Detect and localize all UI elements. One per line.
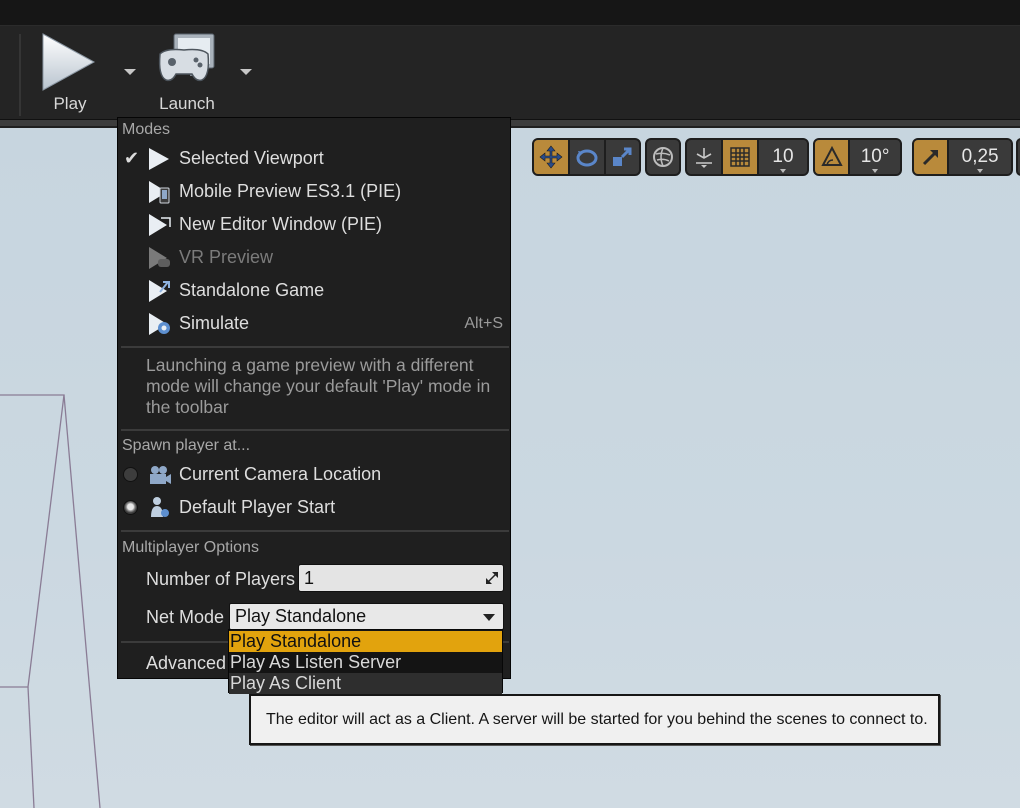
camera-icon xyxy=(150,466,171,484)
spawn-option-current-camera[interactable]: Current Camera Location xyxy=(118,458,510,491)
modes-header: Modes xyxy=(122,121,171,138)
scale-snap-toggle[interactable] xyxy=(914,140,948,174)
scale-icon xyxy=(613,147,632,166)
grid-icon xyxy=(730,147,750,167)
spawn-header: Spawn player at... xyxy=(122,437,251,454)
menu-divider xyxy=(121,530,509,532)
scale-snap-group: 0,25 xyxy=(912,138,1013,176)
vr-preview-icon xyxy=(149,247,170,269)
mode-item-new-editor-window[interactable]: New Editor Window (PIE) xyxy=(118,208,510,241)
move-arrows-icon xyxy=(539,145,563,169)
launch-options-dropdown-icon[interactable] xyxy=(239,67,253,77)
advanced-settings-item[interactable]: Advanced xyxy=(146,653,226,674)
rotation-snap-group: 10° xyxy=(813,138,902,176)
spawn-option-default-player-start[interactable]: Default Player Start xyxy=(118,491,510,524)
radio-button[interactable] xyxy=(123,467,138,482)
translate-mode-button[interactable] xyxy=(534,140,569,174)
net-mode-option-play-standalone[interactable]: Play Standalone xyxy=(229,631,502,652)
multiplayer-header: Multiplayer Options xyxy=(122,539,259,556)
scale-snap-value[interactable]: 0,25 xyxy=(949,140,1011,174)
scale-arrow-icon xyxy=(922,149,938,166)
net-mode-options-list: Play Standalone Play As Listen Server Pl… xyxy=(228,629,503,694)
play-label: Play xyxy=(53,94,87,113)
radio-button-selected[interactable] xyxy=(123,500,138,515)
coordinate-system-group xyxy=(645,138,681,176)
gamepad-monitor-icon xyxy=(158,33,215,82)
play-button[interactable]: Play xyxy=(38,32,102,114)
grid-snap-group: 10 xyxy=(685,138,809,176)
player-start-icon xyxy=(151,497,169,517)
play-icon xyxy=(149,148,169,170)
scale-mode-button[interactable] xyxy=(606,140,639,174)
simulate-icon xyxy=(149,313,170,335)
rotation-snap-text: 10° xyxy=(860,146,890,167)
spawn-label: Default Player Start xyxy=(179,497,336,517)
launch-label: Launch xyxy=(159,94,215,113)
net-mode-option-listen-server[interactable]: Play As Listen Server xyxy=(229,652,502,673)
title-strip xyxy=(0,0,1020,26)
spin-arrows-icon[interactable] xyxy=(486,572,498,584)
net-mode-combobox[interactable]: Play Standalone xyxy=(229,603,504,630)
globe-icon xyxy=(653,147,673,167)
scale-snap-text: 0,25 xyxy=(961,146,999,167)
menu-divider xyxy=(121,346,509,348)
rotate-mode-button[interactable] xyxy=(570,140,603,174)
chevron-down-icon xyxy=(483,614,495,621)
mode-item-standalone-game[interactable]: Standalone Game xyxy=(118,274,510,307)
grid-snap-toggle[interactable] xyxy=(723,140,757,174)
grid-snap-value[interactable]: 10 xyxy=(759,140,807,174)
new-window-icon xyxy=(149,214,171,236)
surface-snap-icon xyxy=(696,148,712,168)
launch-button[interactable]: Launch xyxy=(152,32,222,114)
net-mode-option-client[interactable]: Play As Client xyxy=(229,673,502,694)
mode-label: New Editor Window (PIE) xyxy=(179,214,383,234)
mode-item-simulate[interactable]: Simulate Alt+S xyxy=(118,307,510,340)
menu-divider xyxy=(121,429,509,431)
main-toolbar: Play Launch xyxy=(0,26,1020,120)
num-players-value: 1 xyxy=(304,568,315,588)
mode-item-selected-viewport[interactable]: ✔ Selected Viewport xyxy=(118,142,510,175)
mobile-preview-icon xyxy=(149,181,170,204)
transform-mode-group xyxy=(532,138,641,176)
mode-label: Simulate xyxy=(179,313,250,333)
checkmark-icon: ✔ xyxy=(124,148,140,168)
mode-label: Selected Viewport xyxy=(179,148,324,168)
mode-label: Mobile Preview ES3.1 (PIE) xyxy=(179,181,402,201)
tooltip-text: The editor will act as a Client. A serve… xyxy=(266,711,928,728)
spawn-label: Current Camera Location xyxy=(179,464,382,484)
mode-label: VR Preview xyxy=(179,247,274,267)
play-icon xyxy=(42,33,96,91)
world-space-button[interactable] xyxy=(647,140,679,174)
standalone-game-icon xyxy=(149,280,170,302)
num-players-label: Number of Players xyxy=(146,569,296,589)
rotate-icon xyxy=(576,149,598,167)
mode-label: Standalone Game xyxy=(179,280,325,300)
angle-icon xyxy=(820,146,843,166)
mode-item-mobile-preview[interactable]: Mobile Preview ES3.1 (PIE) xyxy=(118,175,510,208)
toolbar-separator xyxy=(19,34,21,116)
net-mode-value: Play Standalone xyxy=(235,606,367,626)
play-options-dropdown-icon[interactable] xyxy=(123,67,137,77)
tooltip: The editor will act as a Client. A serve… xyxy=(249,694,940,745)
camera-speed-group[interactable] xyxy=(1016,138,1020,176)
num-players-spinbox[interactable]: 1 xyxy=(298,564,504,592)
surface-snapping-button[interactable] xyxy=(687,140,721,174)
rotation-snap-toggle[interactable] xyxy=(815,140,849,174)
play-options-menu: Modes ✔ Selected Viewport Mobile Preview… xyxy=(117,117,511,679)
shortcut-label: Alt+S xyxy=(464,315,503,332)
modes-note: Launching a game preview with a differen… xyxy=(146,355,491,417)
net-mode-label: Net Mode xyxy=(146,607,225,627)
mode-item-vr-preview[interactable]: VR Preview xyxy=(118,241,510,274)
grid-snap-text: 10 xyxy=(772,146,794,167)
rotation-snap-value[interactable]: 10° xyxy=(850,140,900,174)
